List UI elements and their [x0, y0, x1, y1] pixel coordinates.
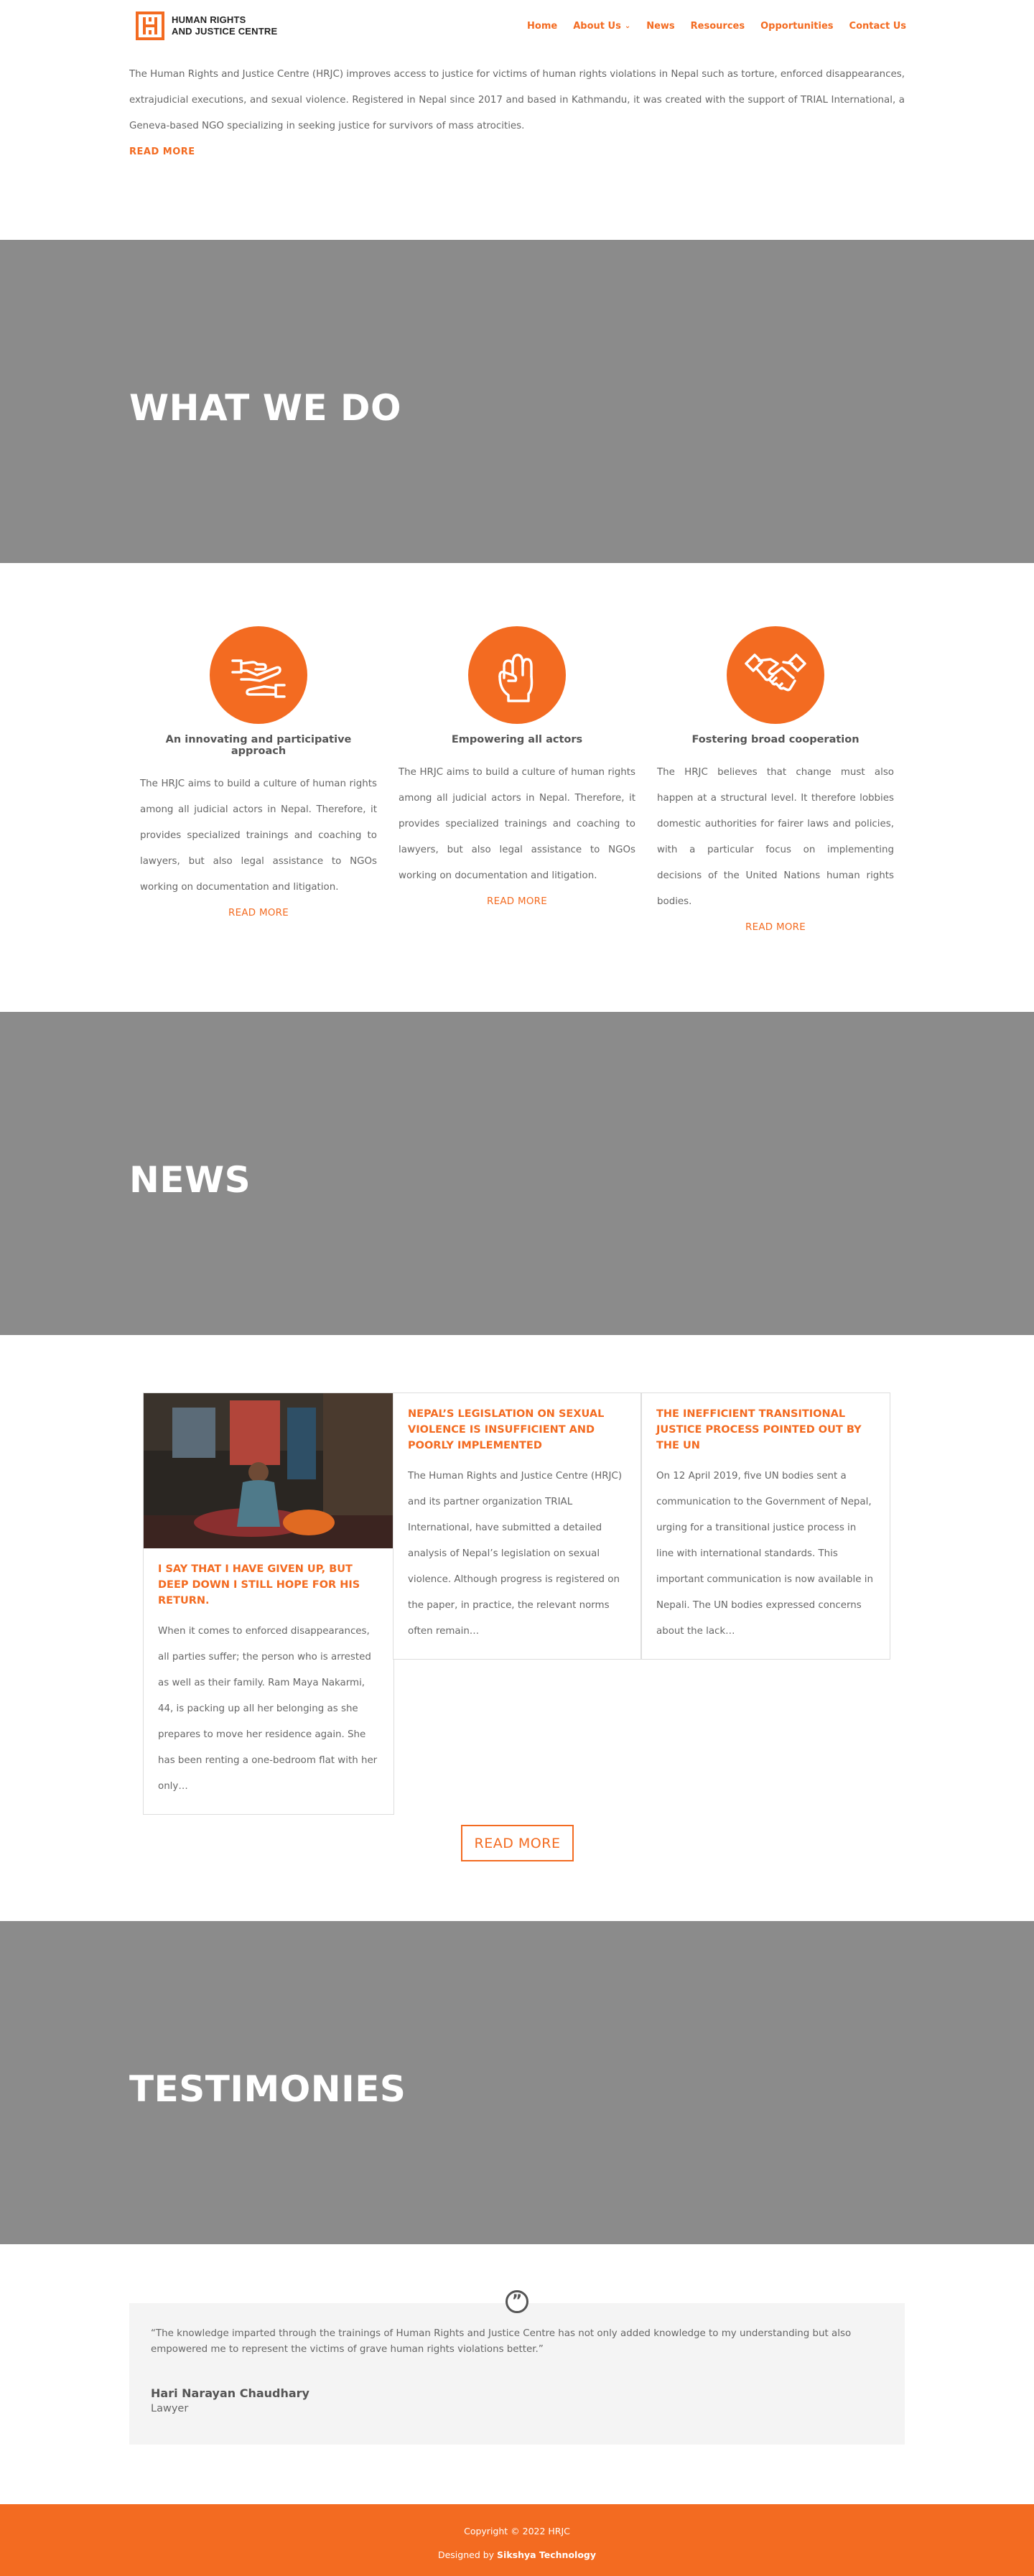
- main-nav: Home About Us ⌄ News Resources Opportunit…: [511, 21, 906, 32]
- news-card-title[interactable]: I SAY THAT I HAVE GIVEN UP, BUT DEEP DOW…: [158, 1561, 379, 1609]
- nav-contact-us[interactable]: Contact Us: [849, 21, 906, 32]
- news-heading: NEWS: [129, 1159, 251, 1201]
- site-logo[interactable]: HUMAN RIGHTS AND JUSTICE CENTRE: [136, 11, 277, 40]
- testimony-card: “The knowledge imparted through the trai…: [129, 2303, 905, 2445]
- testimonies-banner: TESTIMONIES: [0, 1921, 1034, 2244]
- fist-icon: [498, 654, 534, 702]
- hrjc-logo-icon: [136, 11, 164, 40]
- news-card[interactable]: I SAY THAT I HAVE GIVEN UP, BUT DEEP DOW…: [143, 1392, 394, 1815]
- wwd-read-more-link[interactable]: READ MORE: [228, 908, 289, 919]
- wwd-title: Empowering all actors: [451, 734, 583, 745]
- news-photo-image: [144, 1393, 393, 1548]
- wwd-text: The HRJC believes that change must also …: [657, 767, 894, 907]
- wwd-icon-circle: [210, 626, 307, 724]
- nav-resources[interactable]: Resources: [691, 21, 745, 32]
- wwd-title: An innovating and participative approach: [165, 734, 352, 757]
- wwd-text: The HRJC aims to build a culture of huma…: [140, 778, 377, 893]
- handshake-icon: [745, 654, 806, 692]
- site-header: HUMAN RIGHTS AND JUSTICE CENTRE Home Abo…: [0, 0, 1034, 53]
- wwd-text: The HRJC aims to build a culture of huma…: [399, 767, 635, 881]
- designed-by-text: Designed by Sikshya Technology: [0, 2549, 1034, 2560]
- nav-about-us[interactable]: About Us ⌄: [573, 21, 630, 32]
- intro-section: The Human Rights and Justice Centre (HRJ…: [0, 53, 1034, 240]
- news-card-body: THE INEFFICIENT TRANSITIONAL JUSTICE PRO…: [642, 1393, 890, 1659]
- testimonies-heading: TESTIMONIES: [129, 2068, 406, 2110]
- news-card[interactable]: NEPAL’S LEGISLATION ON SEXUAL VIOLENCE I…: [393, 1392, 641, 1660]
- news-card-excerpt: On 12 April 2019, five UN bodies sent a …: [656, 1471, 873, 1637]
- news-card[interactable]: THE INEFFICIENT TRANSITIONAL JUSTICE PRO…: [641, 1392, 890, 1660]
- news-card-excerpt: When it comes to enforced disappearances…: [158, 1626, 378, 1792]
- news-card-title[interactable]: THE INEFFICIENT TRANSITIONAL JUSTICE PRO…: [656, 1406, 875, 1454]
- news-section: I SAY THAT I HAVE GIVEN UP, BUT DEEP DOW…: [0, 1335, 1034, 1921]
- copyright-text: Copyright © 2022 HRJC: [464, 2526, 570, 2537]
- what-we-do-section: An innovating and participative approach…: [0, 563, 1034, 1012]
- news-read-more-button[interactable]: READ MORE: [461, 1825, 574, 1861]
- wwd-column: An innovating and participative approach…: [140, 626, 377, 919]
- site-footer: Copyright © 2022 HRJC Designed by Sikshy…: [0, 2504, 1034, 2576]
- wwd-column: Fostering broad cooperation The HRJC bel…: [657, 626, 894, 933]
- logo-line-1: HUMAN RIGHTS: [172, 14, 246, 25]
- designer-link[interactable]: Sikshya Technology: [497, 2549, 596, 2560]
- testimony-author-name: Hari Narayan Chaudhary: [151, 2386, 309, 2400]
- logo-text: HUMAN RIGHTS AND JUSTICE CENTRE: [172, 14, 277, 37]
- wwd-column: Empowering all actors The HRJC aims to b…: [399, 626, 635, 907]
- nav-news[interactable]: News: [646, 21, 674, 32]
- wwd-read-more-link[interactable]: READ MORE: [745, 922, 806, 933]
- intro-read-more-link[interactable]: READ MORE: [129, 147, 195, 157]
- intro-text: The Human Rights and Justice Centre (HRJ…: [129, 69, 905, 131]
- wwd-icon-circle: [468, 626, 566, 724]
- news-card-body: NEPAL’S LEGISLATION ON SEXUAL VIOLENCE I…: [393, 1393, 641, 1659]
- news-card-excerpt: The Human Rights and Justice Centre (HRJ…: [408, 1471, 623, 1637]
- wwd-title: Fostering broad cooperation: [691, 734, 860, 745]
- news-card-body: I SAY THAT I HAVE GIVEN UP, BUT DEEP DOW…: [144, 1548, 393, 1814]
- news-card-title[interactable]: NEPAL’S LEGISLATION ON SEXUAL VIOLENCE I…: [408, 1406, 626, 1454]
- chevron-down-icon: ⌄: [624, 22, 631, 30]
- quote-icon: ”: [506, 2290, 528, 2313]
- testimony-section: ” “The knowledge imparted through the tr…: [0, 2244, 1034, 2504]
- news-banner: NEWS: [0, 1012, 1034, 1335]
- logo-line-2: AND JUSTICE CENTRE: [172, 26, 278, 37]
- testimony-quote: “The knowledge imparted through the trai…: [151, 2328, 852, 2355]
- nav-home[interactable]: Home: [527, 21, 557, 32]
- hands-icon: [231, 659, 286, 698]
- what-we-do-banner: WHAT WE DO: [0, 240, 1034, 563]
- wwd-read-more-link[interactable]: READ MORE: [487, 896, 547, 907]
- testimony-author-role: Lawyer: [151, 2403, 189, 2414]
- nav-opportunities[interactable]: Opportunities: [760, 21, 833, 32]
- what-we-do-heading: WHAT WE DO: [129, 387, 402, 429]
- designed-by-prefix: Designed by: [437, 2549, 498, 2560]
- wwd-icon-circle: [727, 626, 824, 724]
